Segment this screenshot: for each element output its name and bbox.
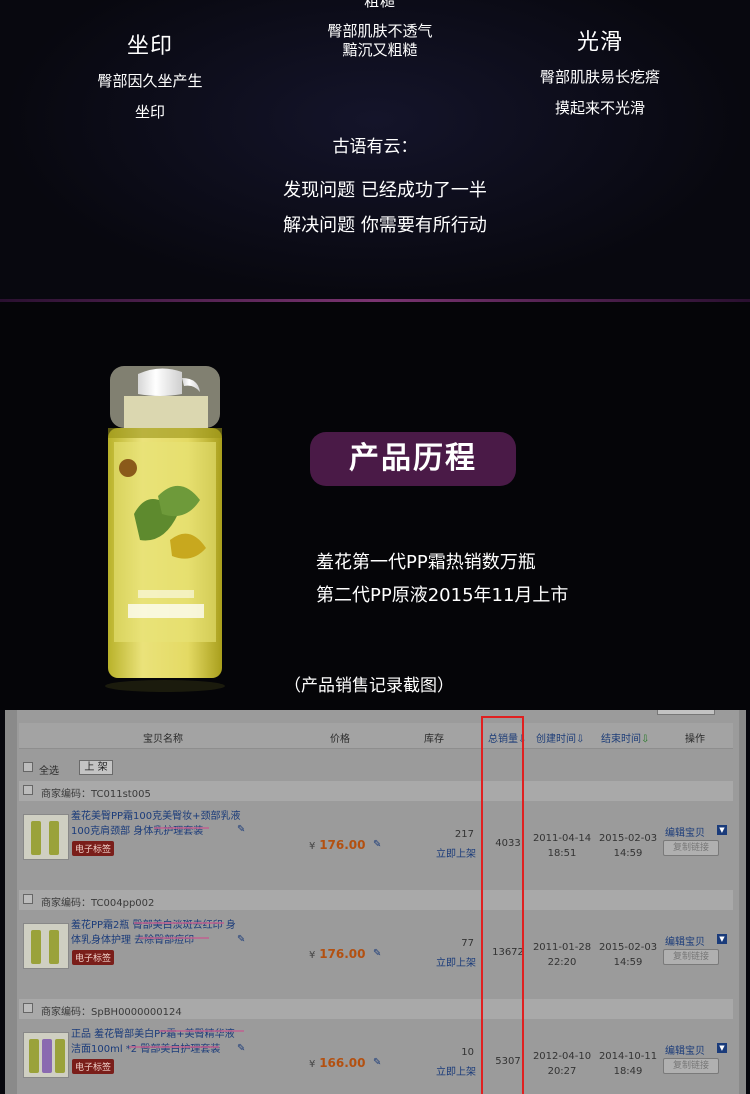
select-all-checkbox[interactable] <box>23 762 33 772</box>
saying-title: 古语有云： <box>332 137 418 157</box>
copy-link-button[interactable]: 复制链接 <box>663 949 719 965</box>
product-history-line: 第二代PP原液2015年11月上市 <box>316 585 569 606</box>
price-cell: ¥ 166.00 <box>309 1056 366 1070</box>
merchant-code-row: 商家编码：TC011st005 <box>19 781 733 801</box>
price-cell: ¥ 176.00 <box>309 838 366 852</box>
chevron-down-icon[interactable]: ▼ <box>717 825 727 835</box>
col-ops-header: 操作 <box>685 734 705 745</box>
stock-value: 77 <box>461 938 474 949</box>
merchant-code-row: 商家编码：TC004pp002 <box>19 890 733 910</box>
product-thumbnail <box>23 1032 69 1078</box>
product-history-section: 产品历程 羞花第一代PP霜热销数万瓶 第二代PP原液2015年11月上市 （产品… <box>0 302 750 710</box>
problem-heading: 光滑 <box>576 30 623 55</box>
copy-link-button[interactable]: 复制链接 <box>663 840 719 856</box>
merchant-code: 商家编码：TC004pp002 <box>41 898 155 909</box>
sort-arrow-icon: ⇩ <box>576 734 585 745</box>
table-row: 正品 羞花臀部美白PP霜+美臀精华液 洁面100ml *2 臀部美白护理套装 ✎… <box>19 1019 733 1094</box>
electronic-tag-badge: 电子标签 <box>72 950 115 965</box>
edit-item-link[interactable]: 编辑宝贝 <box>665 933 705 948</box>
problem-text: 臀部肌肤不透气 <box>327 22 433 40</box>
price-cell: ¥ 176.00 <box>309 947 366 961</box>
saying-line: 解决问题 你需要有所行动 <box>283 215 487 236</box>
saying-line: 发现问题 已经成功了一半 <box>283 180 487 201</box>
problem-smooth: 光滑 臀部肌肤易长疙瘩 摸起来不光滑 <box>510 24 690 118</box>
list-now-link[interactable]: 立即上架 <box>416 1063 476 1078</box>
problem-heading: 粗糙 <box>363 0 396 10</box>
problem-text: 摸起来不光滑 <box>554 99 645 117</box>
ended-time: 2015-02-03 14:59 <box>598 833 658 859</box>
bulk-actions-row: 全选 上 架 <box>19 757 733 779</box>
top-control <box>657 710 715 715</box>
merchant-code: 商家编码：SpBH0000000124 <box>41 1007 182 1018</box>
product-thumbnail <box>23 814 69 860</box>
table-header: 宝贝名称 价格 库存 总销量⇩ 创建时间⇩ 结束时间⇩ 操作 <box>19 723 733 749</box>
problem-rough: 粗糙 臀部肌肤不透气 黯沉又粗糙 <box>290 0 470 60</box>
screenshot-caption: （产品销售记录截图） <box>284 676 454 696</box>
problem-sitting-marks: 坐印 臀部因久坐产生 坐印 <box>60 28 240 122</box>
edit-price-icon[interactable]: ✎ <box>373 839 383 850</box>
created-time: 2011-04-14 18:51 <box>532 833 592 859</box>
stock-value: 217 <box>454 829 474 840</box>
edit-title-icon[interactable]: ✎ <box>237 1043 247 1054</box>
group-checkbox[interactable] <box>23 894 33 904</box>
edit-price-icon[interactable]: ✎ <box>373 948 383 959</box>
group-checkbox[interactable] <box>23 785 33 795</box>
group-checkbox[interactable] <box>23 1003 33 1013</box>
edit-title-icon[interactable]: ✎ <box>237 824 247 835</box>
col-ended-header[interactable]: 结束时间⇩ <box>601 730 649 745</box>
electronic-tag-badge: 电子标签 <box>72 1059 115 1074</box>
problem-text: 坐印 <box>134 103 165 121</box>
edit-item-link[interactable]: 编辑宝贝 <box>665 1042 705 1057</box>
list-now-link[interactable]: 立即上架 <box>416 845 476 860</box>
table-row: 羞花PP霜2瓶 臀部美白淡斑去红印 身 体乳身体护理 去除臀部痘印 ✎ 电子标签… <box>19 910 733 998</box>
product-thumbnail <box>23 923 69 969</box>
product-history-badge: 产品历程 <box>310 432 516 486</box>
product-bottle-image <box>105 366 225 692</box>
product-title-link[interactable]: 羞花美臀PP霜100克美臀妆+颈部乳液 100克肩颈部 身体乳护理套装 <box>71 809 246 839</box>
problem-heading: 坐印 <box>126 34 173 59</box>
col-price-header: 价格 <box>330 734 350 745</box>
merchant-code: 商家编码：TC011st005 <box>41 789 151 800</box>
edit-title-icon[interactable]: ✎ <box>237 934 247 945</box>
product-history-line: 羞花第一代PP霜热销数万瓶 <box>316 552 536 573</box>
stock-value: 10 <box>461 1047 474 1058</box>
select-all-label: 全选 <box>39 766 59 777</box>
col-stock-header: 库存 <box>424 734 444 745</box>
chevron-down-icon[interactable]: ▼ <box>717 1043 727 1053</box>
created-time: 2011-01-28 22:20 <box>532 942 592 968</box>
col-created-header[interactable]: 创建时间⇩ <box>536 730 584 745</box>
merchant-code-row: 商家编码：SpBH0000000124 <box>19 999 733 1019</box>
problem-text: 臀部因久坐产生 <box>97 72 203 90</box>
electronic-tag-badge: 电子标签 <box>72 841 115 856</box>
created-time: 2012-04-10 20:27 <box>532 1051 592 1077</box>
list-now-link[interactable]: 立即上架 <box>416 954 476 969</box>
problem-section: 坐印 臀部因久坐产生 坐印 粗糙 臀部肌肤不透气 黯沉又粗糙 光滑 臀部肌肤易长… <box>0 0 750 300</box>
sort-arrow-icon: ⇩ <box>641 734 650 745</box>
table-row: 羞花美臀PP霜100克美臀妆+颈部乳液 100克肩颈部 身体乳护理套装 ✎ 电子… <box>19 801 733 889</box>
problem-text: 黯沉又粗糙 <box>342 41 418 59</box>
problem-text: 臀部肌肤易长疙瘩 <box>539 68 660 86</box>
edit-item-link[interactable]: 编辑宝贝 <box>665 824 705 839</box>
ended-time: 2014-10-11 18:49 <box>598 1051 658 1077</box>
copy-link-button[interactable]: 复制链接 <box>663 1058 719 1074</box>
sales-record-screenshot: 宝贝名称 价格 库存 总销量⇩ 创建时间⇩ 结束时间⇩ 操作 全选 上 架 商家… <box>5 710 746 1094</box>
edit-price-icon[interactable]: ✎ <box>373 1057 383 1068</box>
shelf-button[interactable]: 上 架 <box>79 760 113 775</box>
ended-time: 2015-02-03 14:59 <box>598 942 658 968</box>
col-name-header: 宝贝名称 <box>143 734 183 745</box>
sales-highlight-box <box>481 716 524 1094</box>
chevron-down-icon[interactable]: ▼ <box>717 934 727 944</box>
